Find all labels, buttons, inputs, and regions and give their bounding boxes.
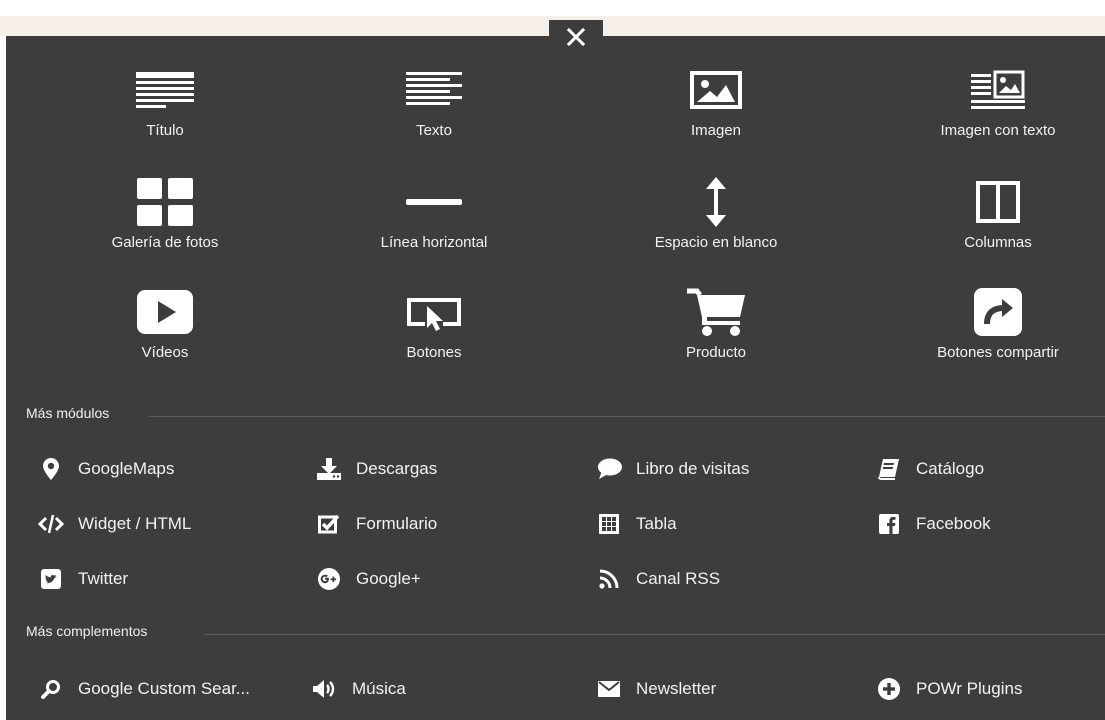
module-columns[interactable]: Columnas bbox=[878, 181, 1105, 272]
google-plus-icon bbox=[316, 568, 342, 590]
module-product-label: Producto bbox=[685, 344, 747, 361]
addon-newsletter-label: Newsletter bbox=[636, 679, 717, 698]
module-blank-space-label: Espacio en blanco bbox=[654, 234, 778, 251]
module-image[interactable]: Imagen bbox=[596, 70, 836, 160]
module-image-label: Imagen bbox=[690, 122, 742, 139]
module-gallery-label: Galería de fotos bbox=[111, 234, 219, 251]
more-modules-divider bbox=[148, 416, 1105, 417]
text-icon bbox=[314, 70, 554, 110]
columns-icon bbox=[878, 181, 1105, 223]
button-cursor-icon bbox=[314, 292, 554, 332]
addon-twitter[interactable]: Twitter bbox=[38, 566, 128, 592]
addon-powr-plugins-label: POWr Plugins bbox=[916, 679, 1023, 698]
close-button[interactable] bbox=[549, 20, 603, 54]
addon-powr-plugins[interactable]: POWr Plugins bbox=[876, 676, 1022, 702]
addon-googlemaps-label: GoogleMaps bbox=[78, 459, 175, 478]
addon-facebook[interactable]: Facebook bbox=[876, 511, 991, 537]
addon-catalog-label: Catálogo bbox=[916, 459, 985, 478]
module-horizontal-line[interactable]: Línea horizontal bbox=[314, 182, 554, 272]
title-icon bbox=[45, 70, 285, 110]
addon-downloads[interactable]: Descargas bbox=[316, 456, 437, 482]
speech-bubble-icon bbox=[596, 458, 622, 480]
addon-googlemaps[interactable]: GoogleMaps bbox=[38, 456, 174, 482]
image-icon bbox=[596, 70, 836, 110]
addon-newsletter[interactable]: Newsletter bbox=[596, 676, 716, 702]
share-icon bbox=[878, 288, 1105, 336]
vertical-arrows-icon bbox=[596, 177, 836, 227]
image-text-icon bbox=[878, 70, 1105, 110]
addon-google-plus-label: Google+ bbox=[356, 569, 421, 588]
module-share-buttons-label: Botones compartir bbox=[937, 344, 1059, 361]
addon-facebook-label: Facebook bbox=[916, 514, 991, 533]
addon-form-label: Formulario bbox=[356, 514, 438, 533]
module-buttons[interactable]: Botones bbox=[314, 292, 554, 382]
module-title-label: Título bbox=[146, 122, 184, 139]
more-modules-heading: Más módulos bbox=[26, 405, 110, 421]
addon-widget-html[interactable]: Widget / HTML bbox=[38, 511, 191, 537]
twitter-icon bbox=[38, 568, 64, 590]
module-columns-label: Columnas bbox=[964, 234, 1032, 251]
plus-circle-icon bbox=[876, 678, 902, 700]
code-icon bbox=[38, 513, 64, 535]
module-image-text-label: Imagen con texto bbox=[940, 122, 1056, 139]
module-image-text[interactable]: Imagen con texto bbox=[878, 70, 1105, 160]
envelope-icon bbox=[596, 678, 622, 700]
speaker-icon bbox=[312, 678, 338, 700]
play-icon bbox=[45, 290, 285, 334]
addon-google-plus[interactable]: Google+ bbox=[316, 566, 421, 592]
module-title[interactable]: Título bbox=[45, 70, 285, 160]
module-videos-label: Vídeos bbox=[141, 344, 189, 361]
addon-music[interactable]: Música bbox=[312, 676, 406, 702]
module-videos[interactable]: Vídeos bbox=[45, 290, 285, 382]
addon-twitter-label: Twitter bbox=[78, 569, 129, 588]
addon-guestbook-label: Libro de visitas bbox=[636, 459, 750, 478]
module-gallery[interactable]: Galería de fotos bbox=[45, 178, 285, 272]
addon-form[interactable]: Formulario bbox=[316, 511, 437, 537]
addon-widget-html-label: Widget / HTML bbox=[78, 514, 192, 533]
module-product[interactable]: Producto bbox=[596, 288, 836, 382]
rss-icon bbox=[596, 568, 622, 590]
facebook-icon bbox=[876, 513, 902, 535]
module-text[interactable]: Texto bbox=[314, 70, 554, 160]
addon-google-custom-search[interactable]: Google Custom Sear... bbox=[38, 676, 250, 702]
addon-table[interactable]: Tabla bbox=[596, 511, 677, 537]
book-icon bbox=[876, 458, 902, 480]
module-share-buttons[interactable]: Botones compartir bbox=[878, 288, 1105, 382]
module-buttons-label: Botones bbox=[406, 344, 462, 361]
checkbox-icon bbox=[316, 513, 342, 535]
module-blank-space[interactable]: Espacio en blanco bbox=[596, 177, 836, 272]
gallery-icon bbox=[45, 178, 285, 226]
addon-music-label: Música bbox=[352, 679, 406, 698]
addon-catalog[interactable]: Catálogo bbox=[876, 456, 984, 482]
addon-google-custom-search-label: Google Custom Sear... bbox=[78, 679, 250, 698]
addon-table-label: Tabla bbox=[636, 514, 677, 533]
search-icon bbox=[38, 678, 64, 700]
download-icon bbox=[316, 458, 342, 480]
map-pin-icon bbox=[38, 458, 64, 480]
module-horizontal-line-label: Línea horizontal bbox=[380, 234, 488, 251]
addon-rss[interactable]: Canal RSS bbox=[596, 566, 720, 592]
addon-downloads-label: Descargas bbox=[356, 459, 438, 478]
horizontal-line-icon bbox=[314, 182, 554, 222]
more-addons-divider bbox=[204, 634, 1105, 635]
addon-rss-label: Canal RSS bbox=[636, 569, 721, 588]
close-icon bbox=[566, 27, 586, 47]
addon-guestbook[interactable]: Libro de visitas bbox=[596, 456, 749, 482]
table-icon bbox=[596, 513, 622, 535]
more-addons-heading: Más complementos bbox=[26, 623, 148, 639]
module-text-label: Texto bbox=[416, 122, 452, 139]
cart-icon bbox=[596, 288, 836, 336]
